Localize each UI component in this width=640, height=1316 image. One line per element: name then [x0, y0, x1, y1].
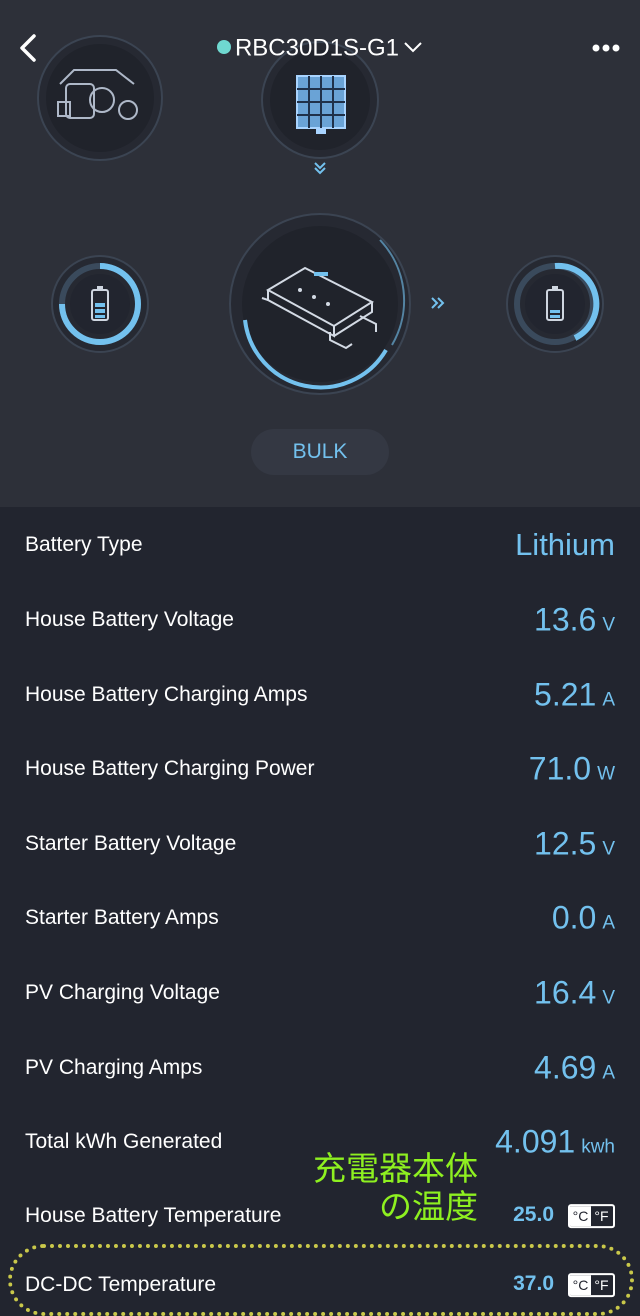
value-number: 4.091: [495, 1123, 576, 1159]
reading-row-pv-amps: PV Charging Amps 4.69 A: [0, 1030, 640, 1105]
annotation-callout: 充電器本体 の温度: [300, 1150, 478, 1226]
connection-status-dot: [216, 39, 231, 54]
value-unit: V: [602, 838, 615, 859]
value-unit: kwh: [581, 1136, 615, 1157]
reading-label: Battery Type: [25, 532, 143, 556]
double-chevron-down-icon: [314, 162, 326, 175]
value-number: 25.0: [513, 1202, 554, 1226]
value-unit: V: [602, 987, 615, 1008]
reading-row-battery-type[interactable]: Battery Type Lithium: [0, 507, 640, 582]
reading-label: House Battery Voltage: [25, 607, 234, 631]
reading-label: House Battery Charging Power: [25, 756, 315, 780]
annotation-highlight-outline: [8, 1244, 634, 1316]
annotation-line-2: の温度: [379, 1188, 478, 1225]
reading-label: House Battery Temperature: [25, 1203, 282, 1227]
double-chevron-right-icon: [431, 297, 445, 309]
annotation-line-1: 充電器本体: [313, 1150, 478, 1187]
reading-value: 0.0 A: [552, 899, 615, 936]
battery-type-value: Lithium: [515, 526, 615, 562]
reading-value: 5.21 A: [534, 676, 615, 713]
chevron-down-icon: [404, 41, 422, 53]
value-unit: A: [602, 912, 615, 933]
fahrenheit-option[interactable]: °F: [591, 1206, 612, 1226]
charge-stage-badge: BULK: [251, 429, 389, 475]
battery-icon: [51, 255, 149, 353]
flow-diagram-panel: RBC30D1S-G1 BULK: [0, 0, 640, 507]
celsius-option[interactable]: °C: [570, 1206, 591, 1227]
reading-row-pv-voltage: PV Charging Voltage 16.4 V: [0, 955, 640, 1030]
value-unit: A: [602, 1062, 615, 1083]
value-unit: W: [597, 763, 615, 784]
device-selector[interactable]: RBC30D1S-G1: [0, 34, 640, 63]
reading-row-house-amps: House Battery Charging Amps 5.21 A: [0, 657, 640, 732]
more-options-button[interactable]: [590, 36, 622, 60]
value-number: 12.5: [534, 825, 597, 861]
reading-value: 13.6 V: [534, 601, 615, 638]
reading-value: 71.0 W: [529, 750, 615, 787]
reading-value: Lithium: [515, 527, 615, 563]
reading-label: Starter Battery Voltage: [25, 831, 237, 855]
value-unit: A: [602, 689, 615, 710]
reading-label: House Battery Charging Amps: [25, 682, 308, 706]
device-title: RBC30D1S-G1: [234, 34, 400, 62]
more-icon: [592, 44, 620, 52]
reading-value: 16.4 V: [534, 974, 615, 1011]
reading-label: PV Charging Voltage: [25, 980, 220, 1004]
reading-value: 4.69 A: [534, 1049, 615, 1086]
reading-row-starter-amps: Starter Battery Amps 0.0 A: [0, 880, 640, 955]
reading-label: Total kWh Generated: [25, 1129, 223, 1153]
reading-value: 12.5 V: [534, 825, 615, 862]
reading-row-house-power: House Battery Charging Power 71.0 W: [0, 731, 640, 806]
battery-icon: [506, 255, 604, 353]
top-bar: RBC30D1S-G1: [0, 0, 640, 100]
value-number: 0.0: [551, 899, 597, 935]
value-number: 13.6: [534, 601, 597, 637]
reading-value: 4.091 kwh: [495, 1123, 615, 1160]
value-number: 71.0: [528, 750, 592, 786]
value-number: 4.69: [534, 1049, 597, 1085]
reading-row-starter-voltage: Starter Battery Voltage 12.5 V: [0, 806, 640, 881]
value-unit: V: [602, 614, 615, 635]
reading-label: PV Charging Amps: [25, 1055, 203, 1079]
reading-value: 25.0 °C °F: [513, 1203, 615, 1229]
reading-row-house-voltage: House Battery Voltage 13.6 V: [0, 582, 640, 657]
charger-device-icon: [229, 213, 411, 395]
reading-label: Starter Battery Amps: [25, 905, 219, 929]
temperature-unit-toggle[interactable]: °C °F: [568, 1204, 615, 1229]
value-number: 5.21: [534, 676, 597, 712]
value-number: 16.4: [534, 974, 597, 1010]
